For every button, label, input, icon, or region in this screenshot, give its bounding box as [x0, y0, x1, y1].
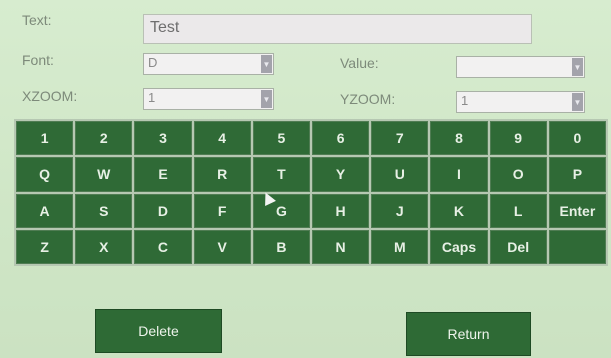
chevron-down-icon[interactable]: ▼ — [572, 58, 583, 76]
font-select-value: D — [148, 55, 158, 70]
key-v[interactable]: V — [193, 229, 251, 264]
xzoom-select[interactable]: 1 ▼ — [143, 88, 274, 110]
key-9[interactable]: 9 — [489, 121, 547, 156]
key-1[interactable]: 1 — [16, 121, 74, 156]
yzoom-select-value: 1 — [461, 93, 469, 108]
key-p[interactable]: P — [548, 157, 606, 192]
chevron-down-icon[interactable]: ▼ — [572, 93, 583, 111]
key-q[interactable]: Q — [16, 157, 74, 192]
key-b[interactable]: B — [252, 229, 310, 264]
font-select[interactable]: D ▼ — [143, 53, 274, 75]
key-3[interactable]: 3 — [134, 121, 192, 156]
key-s[interactable]: S — [75, 193, 133, 228]
key-8[interactable]: 8 — [430, 121, 488, 156]
text-label: Text: — [22, 12, 52, 28]
key-o[interactable]: O — [489, 157, 547, 192]
key-6[interactable]: 6 — [312, 121, 370, 156]
key-7[interactable]: 7 — [371, 121, 429, 156]
xzoom-select-value: 1 — [148, 90, 156, 105]
key-a[interactable]: A — [16, 193, 74, 228]
return-button[interactable]: Return — [406, 312, 531, 356]
delete-button[interactable]: Delete — [95, 309, 222, 353]
text-field-value: Test — [150, 19, 180, 36]
text-field[interactable]: Test — [143, 14, 532, 44]
key-k[interactable]: K — [430, 193, 488, 228]
key-f[interactable]: F — [193, 193, 251, 228]
key-d[interactable]: D — [134, 193, 192, 228]
key-c[interactable]: C — [134, 229, 192, 264]
key-w[interactable]: W — [75, 157, 133, 192]
key-z[interactable]: Z — [16, 229, 74, 264]
key-l[interactable]: L — [489, 193, 547, 228]
key-r[interactable]: R — [193, 157, 251, 192]
key-caps[interactable]: Caps — [430, 229, 488, 264]
chevron-down-icon[interactable]: ▼ — [261, 90, 272, 108]
key-2[interactable]: 2 — [75, 121, 133, 156]
key-del[interactable]: Del — [489, 229, 547, 264]
value-select[interactable]: ▼ — [456, 56, 585, 78]
key-enter[interactable]: Enter — [548, 193, 606, 228]
on-screen-keyboard: 1 2 3 4 5 6 7 8 9 0 Q W E R T Y U I O P A S D F G H J K L Enter Z X C V B N… — [14, 119, 608, 266]
chevron-down-icon[interactable]: ▼ — [261, 55, 272, 73]
key-m[interactable]: M — [371, 229, 429, 264]
key-j[interactable]: J — [371, 193, 429, 228]
key-0[interactable]: 0 — [548, 121, 606, 156]
yzoom-select[interactable]: 1 ▼ — [456, 91, 585, 113]
key-t[interactable]: T — [252, 157, 310, 192]
font-label: Font: — [22, 52, 54, 68]
key-4[interactable]: 4 — [193, 121, 251, 156]
key-x[interactable]: X — [75, 229, 133, 264]
key-5[interactable]: 5 — [252, 121, 310, 156]
xzoom-label: XZOOM: — [22, 88, 78, 104]
key-i[interactable]: I — [430, 157, 488, 192]
key-y[interactable]: Y — [312, 157, 370, 192]
yzoom-label: YZOOM: — [340, 91, 396, 107]
value-label: Value: — [340, 55, 379, 71]
key-h[interactable]: H — [312, 193, 370, 228]
key-n[interactable]: N — [312, 229, 370, 264]
key-blank[interactable] — [548, 229, 606, 264]
key-e[interactable]: E — [134, 157, 192, 192]
key-u[interactable]: U — [371, 157, 429, 192]
